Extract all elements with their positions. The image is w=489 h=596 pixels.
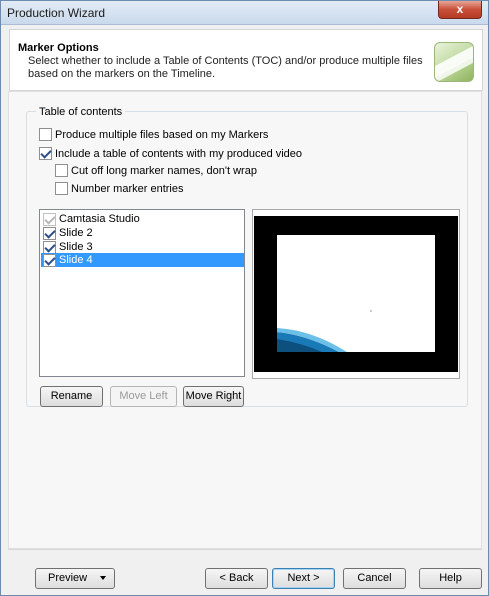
list-item[interactable]: Slide 2 <box>41 226 244 240</box>
close-button[interactable]: x <box>438 1 482 19</box>
marker-label: Slide 4 <box>59 254 93 266</box>
help-button[interactable]: Help <box>419 568 482 589</box>
list-item[interactable]: Slide 3 <box>41 240 244 254</box>
number-entries-option[interactable]: Number marker entries <box>55 182 183 195</box>
toc-preview-pane <box>252 209 460 379</box>
include-toc-checkbox[interactable] <box>39 147 52 160</box>
number-entries-checkbox[interactable] <box>55 182 68 195</box>
page-description: Select whether to include a Table of Con… <box>28 55 423 80</box>
produce-multiple-files-label: Produce multiple files based on my Marke… <box>55 128 269 141</box>
marker-label: Camtasia Studio <box>59 213 140 225</box>
cut-off-names-checkbox[interactable] <box>55 164 68 177</box>
cancel-button[interactable]: Cancel <box>343 568 406 589</box>
move-right-button[interactable]: Move Right <box>183 386 244 407</box>
close-icon: x <box>456 2 464 16</box>
marker-checkbox <box>43 212 56 226</box>
next-button[interactable]: Next > <box>272 568 335 589</box>
rename-button[interactable]: Rename <box>40 386 103 407</box>
page-title: Marker Options <box>18 42 99 54</box>
list-item[interactable]: Camtasia Studio <box>41 212 244 226</box>
footer-separator <box>8 549 482 550</box>
slide-swoosh-graphic <box>277 310 372 352</box>
marker-checkbox[interactable] <box>43 253 56 267</box>
camtasia-logo-icon <box>434 42 474 82</box>
dropdown-arrow-icon <box>100 576 106 580</box>
title-bar[interactable]: Production Wizard x <box>1 1 488 25</box>
preview-frame <box>254 216 458 372</box>
produce-multiple-files-option[interactable]: Produce multiple files based on my Marke… <box>39 128 268 141</box>
number-entries-label: Number marker entries <box>71 182 184 195</box>
preview-slide-image <box>277 235 435 352</box>
preview-dropdown-button[interactable]: Preview <box>35 568 115 589</box>
marker-checkbox[interactable] <box>43 226 56 240</box>
toc-group-legend: Table of contents <box>36 106 126 118</box>
include-toc-label: Include a table of contents with my prod… <box>55 147 303 160</box>
back-button[interactable]: < Back <box>205 568 268 589</box>
wizard-header: Marker Options Select whether to include… <box>9 29 483 91</box>
include-toc-option[interactable]: Include a table of contents with my prod… <box>39 147 302 160</box>
move-left-button[interactable]: Move Left <box>110 386 177 407</box>
list-item[interactable]: Slide 4 <box>41 253 244 267</box>
preview-button-label: Preview <box>48 572 88 584</box>
marker-label: Slide 3 <box>59 241 93 253</box>
cut-off-names-label: Cut off long marker names, don't wrap <box>71 164 257 177</box>
cut-off-names-option[interactable]: Cut off long marker names, don't wrap <box>55 164 257 177</box>
produce-multiple-files-checkbox[interactable] <box>39 128 52 141</box>
marker-list[interactable]: Camtasia Studio Slide 2 Slide 3 Slide 4 <box>39 209 245 377</box>
window-title: Production Wizard <box>7 6 106 20</box>
marker-checkbox[interactable] <box>43 240 56 254</box>
marker-label: Slide 2 <box>59 227 93 239</box>
